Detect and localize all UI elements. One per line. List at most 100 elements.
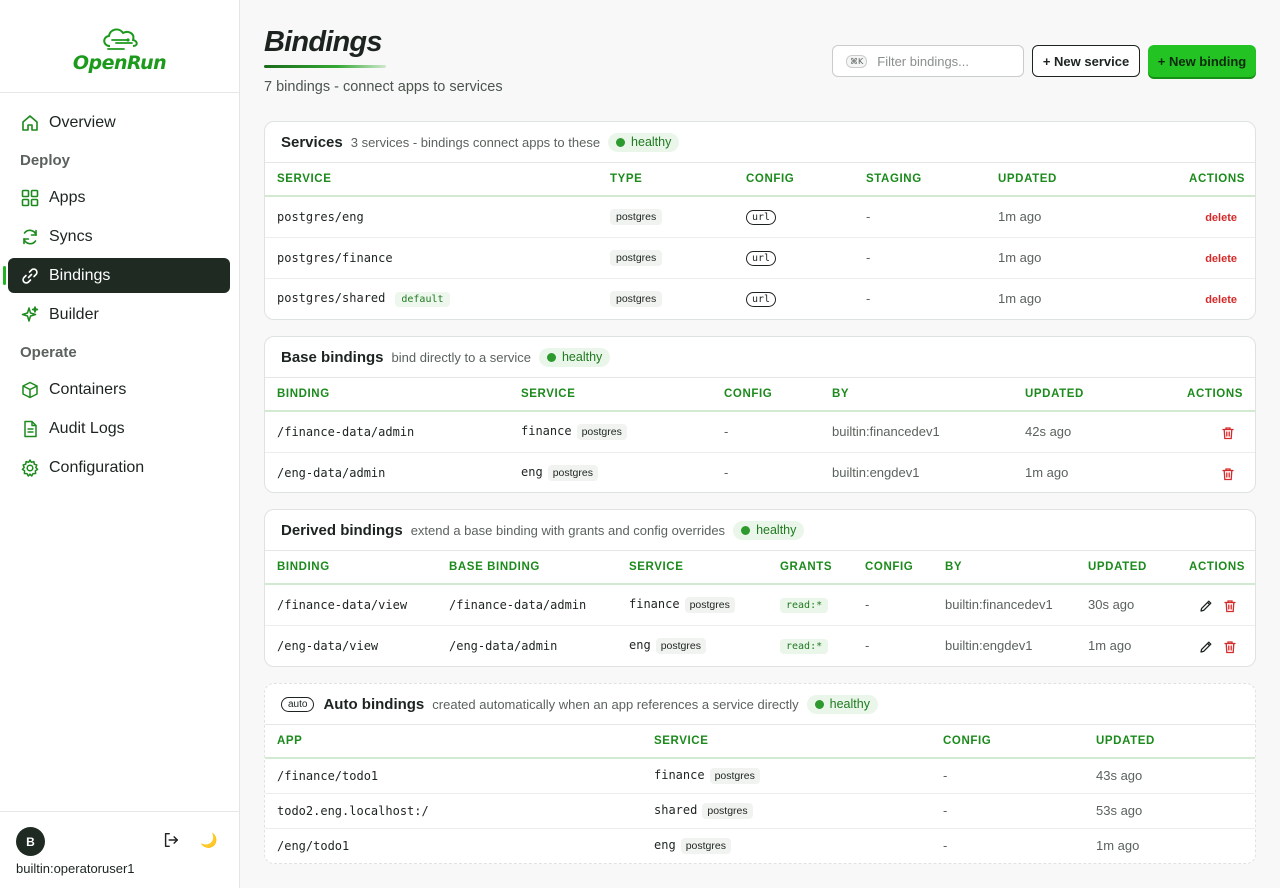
- delete-button[interactable]: delete: [1205, 253, 1237, 265]
- table-row[interactable]: /finance/todo1 finance postgres - 43s ago: [265, 758, 1255, 794]
- services-title: Services: [281, 133, 343, 151]
- service-name: eng: [521, 465, 543, 480]
- logo[interactable]: OpenRun: [0, 0, 239, 93]
- config-chip[interactable]: url: [746, 251, 777, 266]
- binding-path[interactable]: /eng-data/admin: [277, 466, 385, 480]
- logout-button[interactable]: [162, 831, 182, 851]
- created-by: builtin:engdev1: [945, 638, 1033, 654]
- service-name[interactable]: postgres/shared: [277, 291, 385, 305]
- nav-item-containers[interactable]: Containers: [8, 372, 230, 407]
- edit-button[interactable]: [1199, 640, 1213, 654]
- table-row[interactable]: postgres/eng postgres url - 1m ago delet…: [265, 196, 1255, 238]
- column-header[interactable]: CONFIG: [853, 551, 933, 585]
- avatar[interactable]: B: [16, 827, 45, 856]
- table-row[interactable]: /eng-data/admin eng postgres - builtin:en…: [265, 452, 1255, 492]
- table-row[interactable]: /finance-data/admin finance postgres - bu…: [265, 411, 1255, 453]
- filter-box[interactable]: ⌘K: [832, 45, 1024, 77]
- delete-button[interactable]: delete: [1205, 212, 1237, 224]
- delete-button[interactable]: [1221, 467, 1235, 481]
- base-binding-path[interactable]: /finance-data/admin: [449, 598, 586, 612]
- service-name: shared: [654, 803, 698, 817]
- column-header[interactable]: CONFIG: [931, 725, 1084, 759]
- column-header[interactable]: BINDING: [265, 551, 437, 585]
- nav-item-bindings[interactable]: Bindings: [3, 258, 230, 293]
- column-header[interactable]: BASE BINDING: [437, 551, 617, 585]
- trash-icon: [1224, 640, 1236, 653]
- status-dot-icon: [546, 352, 556, 362]
- new-binding-button[interactable]: + New binding: [1148, 45, 1256, 77]
- nav-item-builder[interactable]: Builder: [8, 297, 230, 332]
- created-by: builtin:financedev1: [933, 584, 1076, 626]
- column-header[interactable]: BINDING: [265, 378, 509, 412]
- auto-tag: auto: [281, 696, 315, 712]
- status-dot-icon: [616, 137, 626, 147]
- delete-button[interactable]: [1223, 640, 1237, 654]
- base-bindings-header: Base bindings bind directly to a service…: [265, 337, 1255, 378]
- auto-bindings-header: auto Auto bindings created automatically…: [265, 684, 1255, 725]
- app-path[interactable]: todo2.eng.localhost:/: [277, 804, 429, 818]
- base-binding-path[interactable]: /eng-data/admin: [449, 639, 557, 653]
- service-name[interactable]: postgres/eng: [277, 210, 364, 224]
- nav-label-overview: Overview: [49, 113, 116, 131]
- derived-bindings-table: BINDING BASE BINDING SERVICE GRANTS CONF…: [265, 551, 1255, 666]
- staging-value: -: [854, 237, 986, 279]
- column-header[interactable]: BY: [820, 378, 1013, 412]
- binding-path[interactable]: /eng-data/view: [277, 639, 378, 653]
- main-nav: Overview Deploy Apps Syncs Bindings Buil…: [0, 93, 239, 485]
- status-dot-icon: [814, 699, 824, 709]
- column-header[interactable]: UPDATED: [1084, 725, 1255, 759]
- column-header[interactable]: GRANTS: [768, 551, 853, 585]
- theme-toggle-button[interactable]: 🌙: [200, 832, 217, 849]
- nav-item-syncs[interactable]: Syncs: [8, 219, 230, 254]
- delete-button[interactable]: delete: [1205, 294, 1237, 306]
- nav-label-containers: Containers: [49, 380, 127, 398]
- nav-item-apps[interactable]: Apps: [8, 180, 230, 215]
- column-header[interactable]: CONFIG: [734, 163, 854, 197]
- column-header[interactable]: TYPE: [598, 163, 734, 197]
- service-name[interactable]: postgres/finance: [277, 251, 393, 265]
- nav-item-audit-logs[interactable]: Audit Logs: [8, 411, 230, 446]
- table-header-row: BINDING SERVICE CONFIG BY UPDATED ACTION…: [265, 378, 1255, 412]
- edit-button[interactable]: [1199, 599, 1213, 613]
- column-header[interactable]: STAGING: [854, 163, 986, 197]
- config-chip[interactable]: url: [746, 210, 777, 226]
- column-header[interactable]: CONFIG: [712, 378, 820, 412]
- link-icon: [22, 267, 38, 284]
- type-chip: postgres: [655, 638, 706, 655]
- table-row[interactable]: /eng/todo1 eng postgres - 1m ago: [265, 828, 1255, 863]
- gear-icon: [21, 458, 39, 477]
- column-header[interactable]: APP: [265, 725, 642, 759]
- column-header[interactable]: SERVICE: [265, 163, 598, 197]
- new-service-button[interactable]: + New service: [1032, 45, 1140, 77]
- config-chip[interactable]: url: [746, 292, 777, 308]
- delete-button[interactable]: [1221, 426, 1235, 440]
- column-header[interactable]: UPDATED: [986, 163, 1146, 197]
- table-row[interactable]: postgres/finance postgres url - 1m ago d…: [265, 237, 1255, 279]
- nav-label-syncs: Syncs: [49, 227, 93, 245]
- delete-button[interactable]: [1223, 599, 1237, 613]
- sidebar: OpenRun Overview Deploy Apps Syncs Bindi…: [0, 0, 240, 888]
- binding-path[interactable]: /finance-data/admin: [277, 425, 414, 439]
- updated-time: 42s ago: [1013, 411, 1163, 453]
- auto-bindings-desc: created automatically when an app refere…: [432, 696, 799, 712]
- column-header[interactable]: BY: [933, 551, 1076, 585]
- table-row[interactable]: /finance-data/view /finance-data/admin f…: [265, 584, 1255, 626]
- nav-item-configuration[interactable]: Configuration: [8, 450, 230, 485]
- app-path[interactable]: /eng/todo1: [277, 839, 349, 853]
- status-badge: healthy: [608, 132, 680, 152]
- column-header[interactable]: UPDATED: [1076, 551, 1176, 585]
- column-header[interactable]: SERVICE: [642, 725, 931, 759]
- filter-input[interactable]: [877, 53, 1018, 69]
- table-row[interactable]: /eng-data/view /eng-data/admin eng postgr…: [265, 625, 1255, 666]
- auto-bindings-card: auto Auto bindings created automatically…: [264, 683, 1256, 864]
- column-header[interactable]: UPDATED: [1013, 378, 1163, 412]
- column-header[interactable]: SERVICE: [509, 378, 712, 412]
- binding-path[interactable]: /finance-data/view: [277, 598, 407, 612]
- nav-item-overview[interactable]: Overview: [8, 105, 230, 140]
- title-underline: [264, 65, 386, 68]
- column-header[interactable]: SERVICE: [617, 551, 768, 585]
- sparkle-icon: [21, 305, 39, 322]
- table-row[interactable]: todo2.eng.localhost:/ shared postgres - 5…: [265, 793, 1255, 829]
- app-path[interactable]: /finance/todo1: [277, 769, 378, 783]
- table-row[interactable]: postgres/shared default postgres url - 1m…: [265, 278, 1255, 319]
